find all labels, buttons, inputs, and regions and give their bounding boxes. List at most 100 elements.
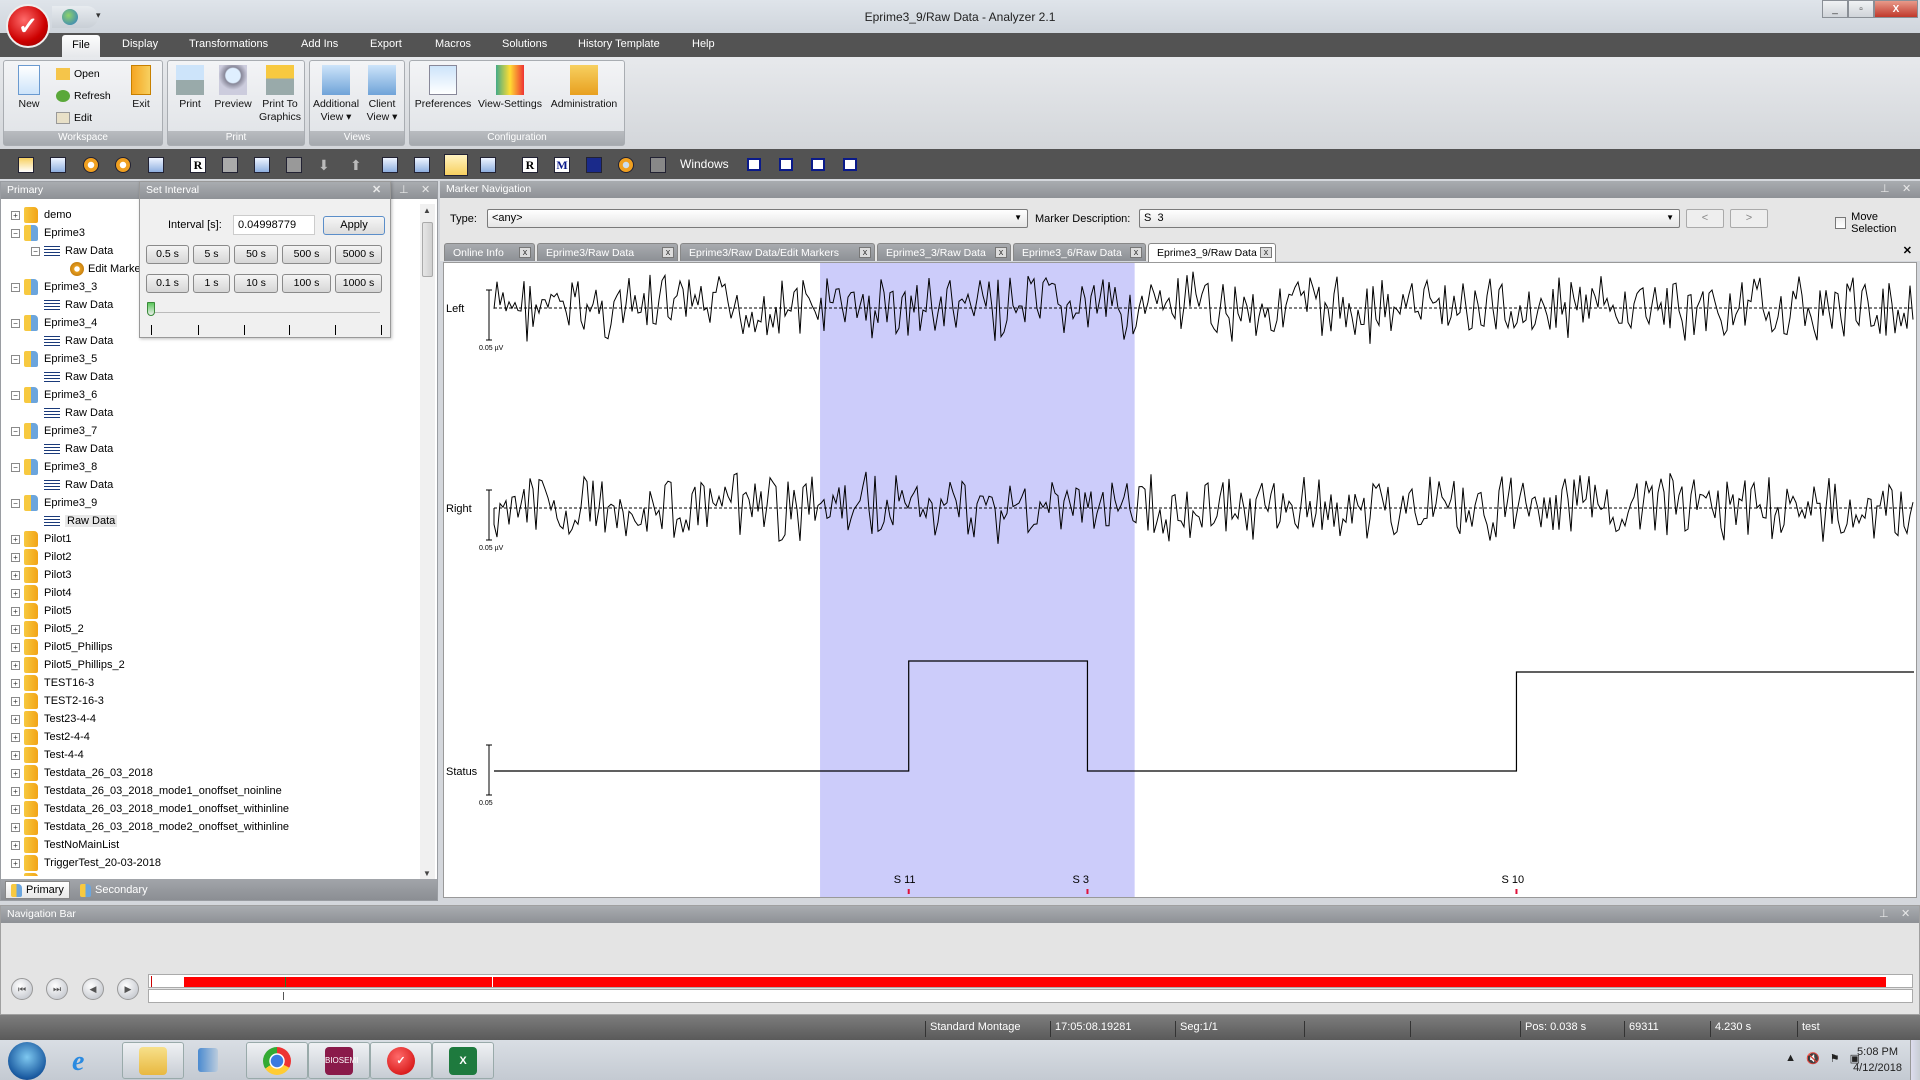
- interval-0.5s-button[interactable]: 0.5 s: [146, 245, 189, 264]
- interval-0.1s-button[interactable]: 0.1 s: [146, 274, 189, 293]
- print-button[interactable]: Print: [172, 65, 208, 111]
- book-icon[interactable]: [586, 157, 602, 173]
- marker-tick[interactable]: [907, 889, 910, 894]
- tab-eprime3-9-raw-data[interactable]: Eprime3_9/Raw Data x: [1148, 243, 1276, 262]
- panel-close-icon[interactable]: ✕: [421, 182, 430, 199]
- clock[interactable]: 5:08 PM 4/12/2018: [1853, 1044, 1902, 1076]
- expand-icon[interactable]: +: [11, 570, 20, 580]
- marker-label[interactable]: S 10: [1501, 874, 1524, 886]
- taskbar-biosemi[interactable]: BIOSEMI: [308, 1042, 370, 1079]
- panel-close-icon[interactable]: ✕: [1902, 181, 1911, 198]
- paste-icon[interactable]: [18, 157, 34, 173]
- interval-input[interactable]: 0.04998779: [233, 215, 315, 235]
- expand-icon[interactable]: +: [11, 588, 20, 598]
- marker-tick[interactable]: [1086, 889, 1089, 894]
- expand-icon[interactable]: +: [11, 534, 20, 544]
- tree-item[interactable]: Raw Data: [31, 512, 118, 530]
- tree-item[interactable]: + TEST2-16-3: [11, 692, 104, 710]
- selection-highlight[interactable]: [820, 263, 1135, 897]
- interval-10s-button[interactable]: 10 s: [234, 274, 278, 293]
- tree-item[interactable]: + Pilot5_Phillips_2: [11, 656, 125, 674]
- tree-item[interactable]: Raw Data: [31, 440, 113, 458]
- tree-item[interactable]: − Eprime3_4: [11, 314, 97, 332]
- menu-macros[interactable]: Macros: [435, 38, 471, 50]
- channel-label-status[interactable]: Status: [446, 766, 478, 778]
- collapse-icon[interactable]: −: [31, 246, 40, 256]
- new-button[interactable]: New: [11, 65, 47, 111]
- arrow-down-icon[interactable]: ⬇: [318, 157, 334, 173]
- expand-icon[interactable]: +: [11, 210, 20, 220]
- menu-display[interactable]: Display: [122, 38, 158, 50]
- tree-item[interactable]: + Testdata_26_03_2018_mode1_onoffset_noin…: [11, 782, 282, 800]
- app-logo-icon[interactable]: ✓: [6, 4, 50, 48]
- channel-label-left[interactable]: Left: [446, 303, 464, 315]
- tree-item[interactable]: + Test23-4-4: [11, 710, 96, 728]
- menu-solutions[interactable]: Solutions: [502, 38, 547, 50]
- tile-vertical-icon[interactable]: [843, 158, 857, 171]
- tree-item[interactable]: + Pilot5: [11, 602, 72, 620]
- tree-item[interactable]: Raw Data: [31, 404, 113, 422]
- panel-close-icon[interactable]: ✕: [1901, 906, 1910, 923]
- next-icon[interactable]: ▶: [117, 978, 139, 1000]
- collapse-icon[interactable]: −: [11, 282, 20, 292]
- action-center-flag-icon[interactable]: ⚑: [1830, 1052, 1840, 1065]
- tree-item[interactable]: + Pilot4: [11, 584, 72, 602]
- marker-label[interactable]: S 3: [1072, 874, 1089, 886]
- zoom-in-icon[interactable]: [115, 157, 131, 173]
- expand-icon[interactable]: +: [11, 606, 20, 616]
- tab-eprime3-raw-data[interactable]: Eprime3/Raw Data x: [537, 243, 678, 261]
- zoom-out-icon[interactable]: [83, 157, 99, 173]
- expand-icon[interactable]: +: [11, 768, 20, 778]
- tree-scrollbar[interactable]: ▲ ▼: [420, 204, 435, 880]
- collapse-icon[interactable]: −: [11, 462, 20, 472]
- interval-slider-track[interactable]: [150, 312, 380, 313]
- marker-label[interactable]: S 11: [894, 874, 916, 886]
- scroll-thumb[interactable]: [422, 222, 433, 277]
- media-player-icon[interactable]: [198, 1048, 218, 1072]
- restore-button[interactable]: ▫: [1848, 0, 1874, 18]
- menu-help[interactable]: Help: [692, 38, 715, 50]
- interval-slider-thumb[interactable]: [147, 302, 155, 316]
- expand-icon[interactable]: +: [11, 642, 20, 652]
- cascade-windows-icon[interactable]: [779, 158, 793, 171]
- tree-item[interactable]: + Pilot1: [11, 530, 72, 548]
- channel-label-right[interactable]: Right: [446, 503, 472, 515]
- tab-close-icon[interactable]: x: [519, 247, 531, 258]
- tree-item[interactable]: − Eprime3_8: [11, 458, 97, 476]
- expand-icon[interactable]: +: [11, 786, 20, 796]
- collapse-icon[interactable]: −: [11, 498, 20, 508]
- tree-item[interactable]: Raw Data: [31, 296, 113, 314]
- preferences-button[interactable]: Preferences: [413, 65, 473, 111]
- tree-item[interactable]: − Eprime3_5: [11, 350, 97, 368]
- preview-button[interactable]: Preview: [212, 65, 254, 111]
- marker-tick[interactable]: [1515, 889, 1518, 894]
- expand-icon[interactable]: +: [11, 858, 20, 868]
- exit-button[interactable]: Exit: [126, 65, 156, 111]
- tree-item[interactable]: + Testdata_26_03_2018_mode2_onoffset_with…: [11, 818, 289, 836]
- new-window-icon[interactable]: [747, 158, 761, 171]
- minimize-button[interactable]: _: [1822, 0, 1848, 18]
- expand-icon[interactable]: +: [11, 714, 20, 724]
- interval-100s-button[interactable]: 100 s: [282, 274, 331, 293]
- m-icon[interactable]: M: [554, 157, 570, 173]
- eeg-data-view[interactable]: Left 0.05 µV Right 0.05 µV Status 0.05 S 11 S …: [443, 262, 1917, 898]
- menu-history-template[interactable]: History Template: [578, 38, 660, 50]
- interval-50s-button[interactable]: 50 s: [234, 245, 278, 264]
- tab-eprime3-edit-markers[interactable]: Eprime3/Raw Data/Edit Markers x: [680, 243, 875, 261]
- edit-button[interactable]: Edit: [56, 112, 92, 124]
- tree-item[interactable]: + Test-4-4: [11, 746, 84, 764]
- tree-item[interactable]: Raw Data: [31, 476, 113, 494]
- client-view-button[interactable]: Client View ▾: [362, 65, 402, 124]
- expand-icon[interactable]: +: [11, 822, 20, 832]
- administration-button[interactable]: Administration: [548, 65, 620, 111]
- tree-item[interactable]: +TriggerTest_21-03-2018: [11, 872, 161, 876]
- marker-description-select[interactable]: S 3 ▼: [1139, 209, 1680, 228]
- expand-icon[interactable]: +: [11, 660, 20, 670]
- internet-explorer-icon[interactable]: e: [72, 1046, 84, 1078]
- show-desktop-button[interactable]: [1910, 1040, 1920, 1080]
- collapse-icon[interactable]: −: [11, 228, 20, 238]
- tree-item[interactable]: + Pilot3: [11, 566, 72, 584]
- tree-item[interactable]: − Eprime3_9: [11, 494, 97, 512]
- next-marker-button[interactable]: >: [1730, 209, 1768, 228]
- print-to-graphics-button[interactable]: Print To Graphics: [258, 65, 302, 124]
